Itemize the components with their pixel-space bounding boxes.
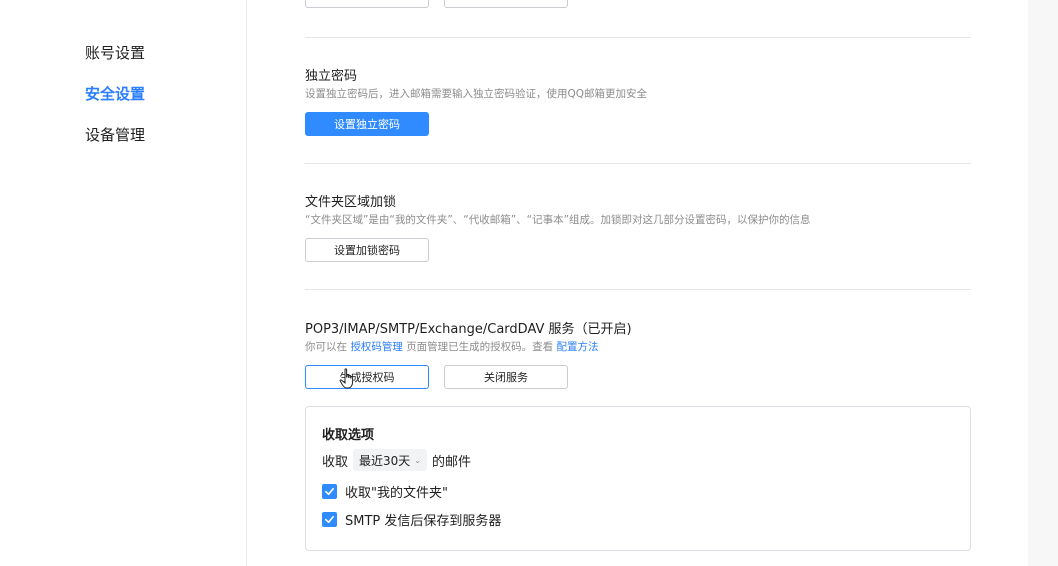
previous-section-button-right[interactable] (444, 0, 568, 8)
receive-range-value: 最近30天 (359, 453, 411, 468)
settings-sidebar: 账号设置 安全设置 设备管理 (0, 0, 247, 566)
chevron-down-icon: ⌄ (414, 455, 421, 465)
check-icon (325, 515, 334, 524)
receive-range-select[interactable]: 最近30天 ⌄ (353, 449, 427, 471)
receive-my-folders-label: 收取"我的文件夹" (345, 486, 448, 501)
close-service-button[interactable]: 关闭服务 (444, 365, 568, 389)
pop3-service-desc: 你可以在 授权码管理 页面管理已生成的授权码。查看 配置方法 (305, 339, 599, 354)
smtp-save-to-server-label: SMTP 发信后保存到服务器 (345, 514, 502, 529)
sidebar-item-security-settings[interactable]: 安全设置 (85, 83, 145, 104)
sidebar-item-device-management[interactable]: 设备管理 (85, 124, 145, 145)
receive-my-folders-checkbox[interactable] (322, 484, 337, 499)
independent-password-desc: 设置独立密码后，进入邮箱需要输入独立密码验证，使用QQ邮箱更加安全 (305, 88, 648, 100)
pop3-desc-prefix: 你可以在 (305, 341, 347, 353)
receive-label: 收取 (322, 454, 349, 470)
config-method-link[interactable]: 配置方法 (557, 341, 599, 353)
right-gutter (1028, 0, 1058, 566)
pop3-desc-middle: 页面管理已生成的授权码。查看 (406, 341, 554, 353)
receive-options-title: 收取选项 (322, 428, 375, 443)
generate-auth-code-button[interactable]: 生成授权码 (305, 365, 429, 389)
receive-options-panel: 收取选项 收取 最近30天 ⌄ 的邮件 收取"我的文件夹" SMTP 发信后保存… (305, 406, 971, 551)
divider (305, 37, 971, 38)
smtp-save-to-server-checkbox[interactable] (322, 512, 337, 527)
set-independent-password-button[interactable]: 设置独立密码 (305, 112, 429, 136)
folder-lock-title: 文件夹区域加锁 (305, 195, 397, 210)
security-settings-content: 独立密码 设置独立密码后，进入邮箱需要输入独立密码验证，使用QQ邮箱更加安全 设… (305, 0, 971, 566)
mail-suffix-label: 的邮件 (432, 454, 472, 470)
previous-section-button-left[interactable] (305, 0, 429, 8)
check-icon (325, 487, 334, 496)
divider (305, 163, 971, 164)
receive-range-row: 收取 最近30天 ⌄ 的邮件 (322, 449, 471, 471)
pop3-service-title: POP3/IMAP/SMTP/Exchange/CardDAV 服务（已开启) (305, 322, 632, 337)
sidebar-item-account-settings[interactable]: 账号设置 (85, 42, 145, 63)
smtp-save-row: SMTP 发信后保存到服务器 (322, 510, 501, 529)
folder-lock-desc: “文件夹区域”是由“我的文件夹”、“代收邮箱”、“记事本”组成。加锁即对这几部分… (305, 214, 811, 226)
receive-my-folders-row: 收取"我的文件夹" (322, 482, 448, 501)
independent-password-title: 独立密码 (305, 69, 358, 84)
set-lock-password-button[interactable]: 设置加锁密码 (305, 238, 429, 262)
divider (305, 289, 971, 290)
auth-code-management-link[interactable]: 授权码管理 (350, 341, 403, 353)
